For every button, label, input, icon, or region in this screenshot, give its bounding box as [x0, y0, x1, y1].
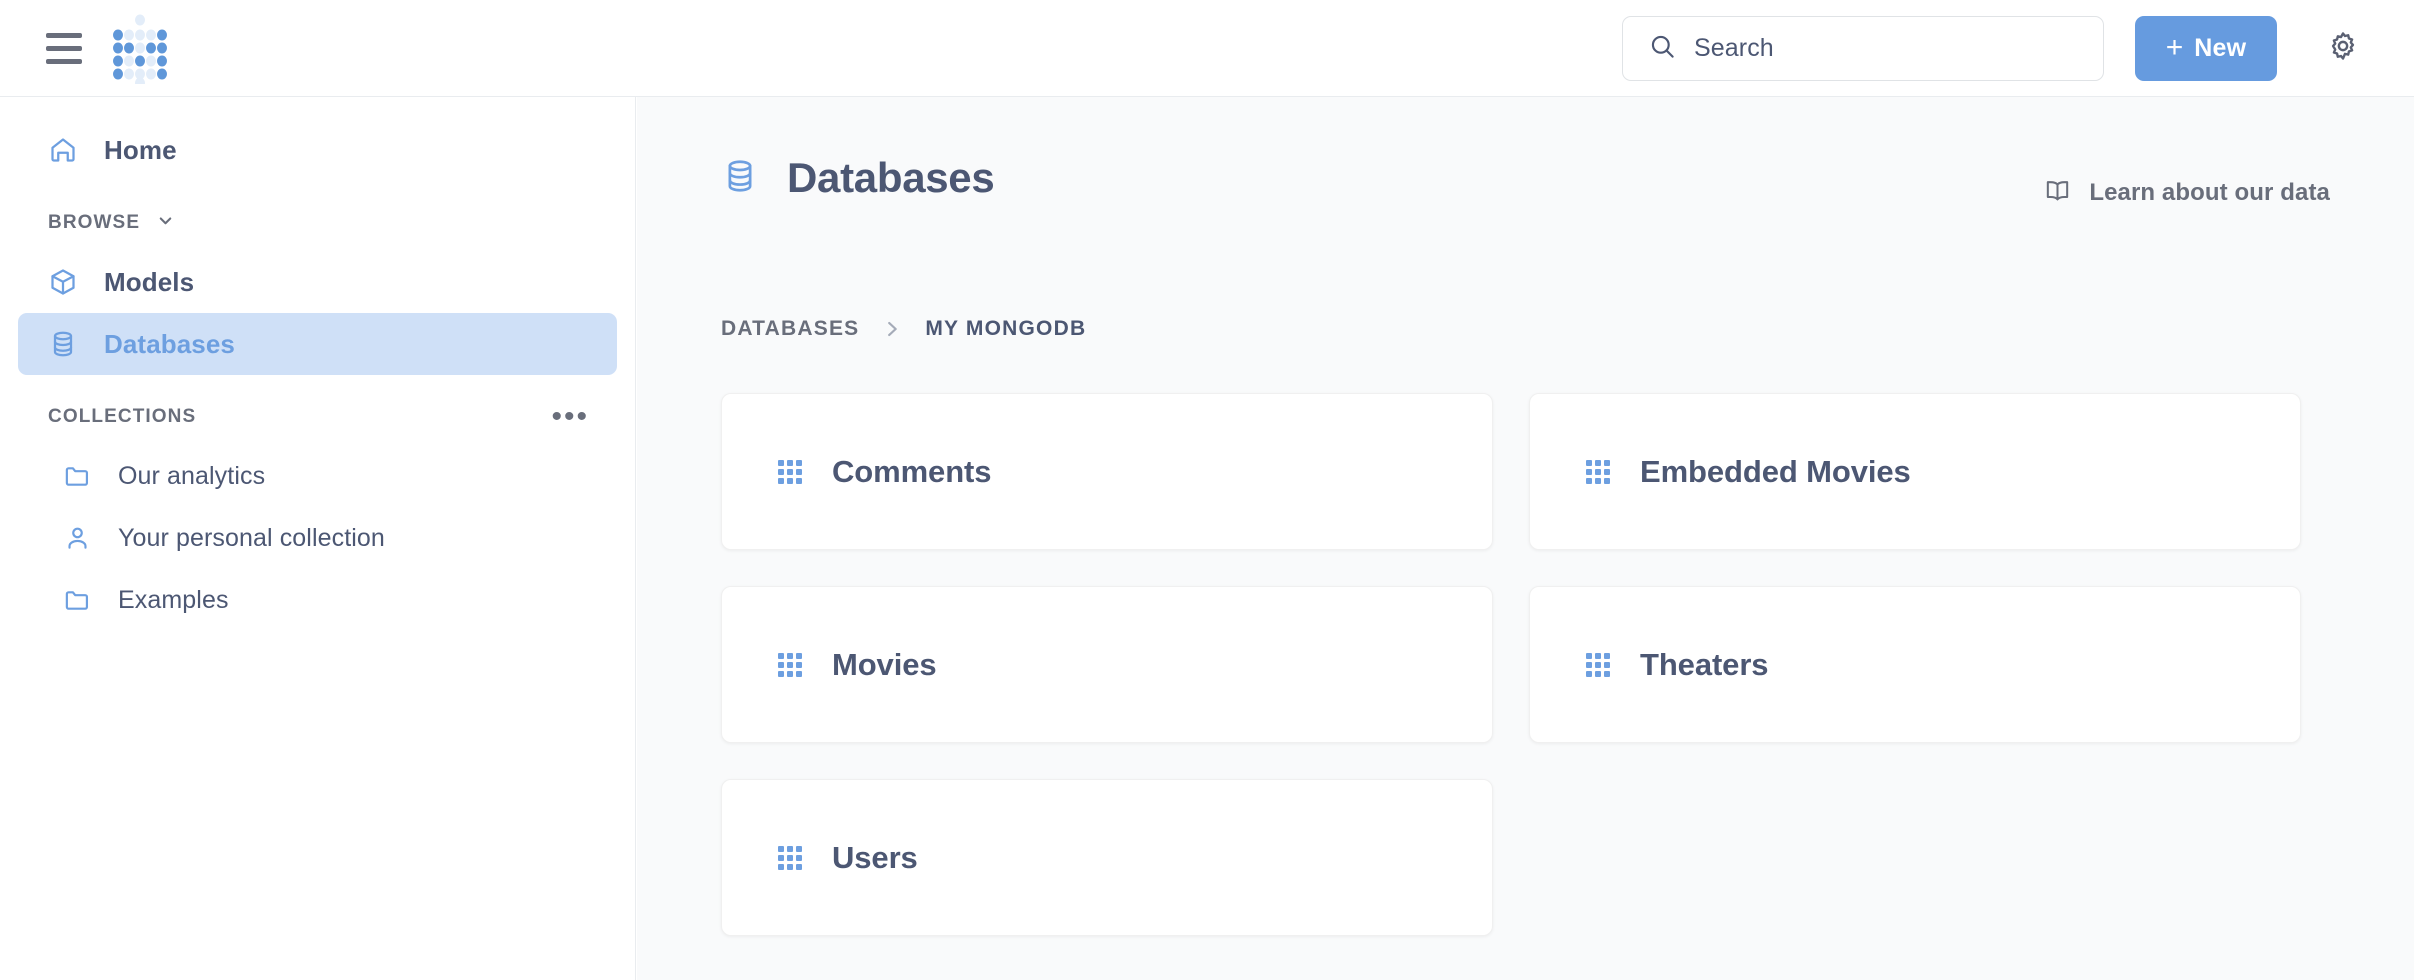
collection-label: Examples	[118, 586, 229, 615]
page-header: Databases Learn about our data	[637, 97, 2414, 233]
breadcrumb-item-databases[interactable]: DATABASES	[721, 317, 859, 341]
table-card[interactable]: Embedded Movies	[1529, 393, 2301, 550]
table-card[interactable]: Movies	[721, 586, 1493, 743]
table-card-label: Comments	[832, 454, 991, 490]
folder-icon	[62, 585, 92, 615]
page-title-group: Databases	[721, 154, 994, 202]
collection-label: Your personal collection	[118, 524, 385, 553]
settings-gear-button[interactable]	[2320, 25, 2366, 71]
new-button[interactable]: + New	[2135, 16, 2277, 81]
sidebar-item-label: Models	[104, 267, 194, 298]
chevron-down-icon	[156, 211, 175, 235]
collection-label: Our analytics	[118, 462, 265, 491]
sidebar-item-examples[interactable]: Examples	[18, 569, 617, 631]
sidebar: Home BROWSE Models Databases	[0, 97, 636, 980]
search-icon	[1649, 33, 1676, 65]
person-icon	[62, 523, 92, 553]
table-card-grid: Comments Embedded Movies Movies Theaters	[637, 393, 2414, 936]
ellipsis-icon[interactable]: •••	[545, 406, 595, 428]
breadcrumb-item-my-mongodb: MY MONGODB	[925, 317, 1086, 341]
hamburger-bar	[46, 33, 82, 38]
database-icon	[721, 157, 759, 200]
sidebar-item-label: Databases	[104, 329, 235, 360]
table-card[interactable]: Theaters	[1529, 586, 2301, 743]
sidebar-item-models[interactable]: Models	[18, 251, 617, 313]
browse-section-label: BROWSE	[48, 212, 140, 234]
new-button-label: New	[2194, 34, 2246, 63]
table-grid-icon	[778, 846, 802, 870]
hamburger-bar	[46, 59, 82, 64]
page-title: Databases	[787, 154, 994, 202]
sidebar-item-home[interactable]: Home	[18, 119, 617, 181]
collections-section-header: COLLECTIONS •••	[18, 389, 617, 445]
sidebar-item-your-personal-collection[interactable]: Your personal collection	[18, 507, 617, 569]
table-grid-icon	[1586, 460, 1610, 484]
breadcrumb: DATABASES MY MONGODB	[637, 309, 2414, 349]
hamburger-bar	[46, 46, 82, 51]
gear-icon	[2327, 30, 2359, 67]
sidebar-item-databases[interactable]: Databases	[18, 313, 617, 375]
metabase-logo-svg	[110, 12, 170, 84]
search-input[interactable]: Search	[1622, 16, 2104, 81]
sidebar-item-our-analytics[interactable]: Our analytics	[18, 445, 617, 507]
home-icon	[48, 135, 78, 165]
table-card[interactable]: Users	[721, 779, 1493, 936]
table-card[interactable]: Comments	[721, 393, 1493, 550]
sidebar-item-label: Home	[104, 135, 177, 166]
table-card-label: Theaters	[1640, 647, 1768, 683]
learn-about-our-data-link[interactable]: Learn about our data	[2044, 177, 2330, 209]
hamburger-menu-icon[interactable]	[46, 28, 92, 68]
table-grid-icon	[1586, 653, 1610, 677]
table-card-label: Movies	[832, 647, 937, 683]
main-content: Databases Learn about our data DATABASES…	[637, 97, 2414, 980]
database-icon	[48, 329, 78, 359]
model-cube-icon	[48, 267, 78, 297]
table-grid-icon	[778, 653, 802, 677]
metabase-logo-icon[interactable]	[110, 12, 170, 84]
collections-section-label: COLLECTIONS	[48, 406, 196, 428]
search-placeholder: Search	[1694, 34, 1774, 63]
book-icon	[2044, 177, 2071, 209]
table-card-label: Users	[832, 840, 918, 876]
table-card-label: Embedded Movies	[1640, 454, 1911, 490]
top-navigation-bar: Search + New	[0, 0, 2414, 97]
table-grid-icon	[778, 460, 802, 484]
chevron-right-icon	[881, 318, 903, 340]
learn-link-label: Learn about our data	[2089, 179, 2330, 207]
folder-icon	[62, 461, 92, 491]
browse-section-header[interactable]: BROWSE	[18, 195, 617, 251]
plus-icon: +	[2166, 33, 2184, 63]
